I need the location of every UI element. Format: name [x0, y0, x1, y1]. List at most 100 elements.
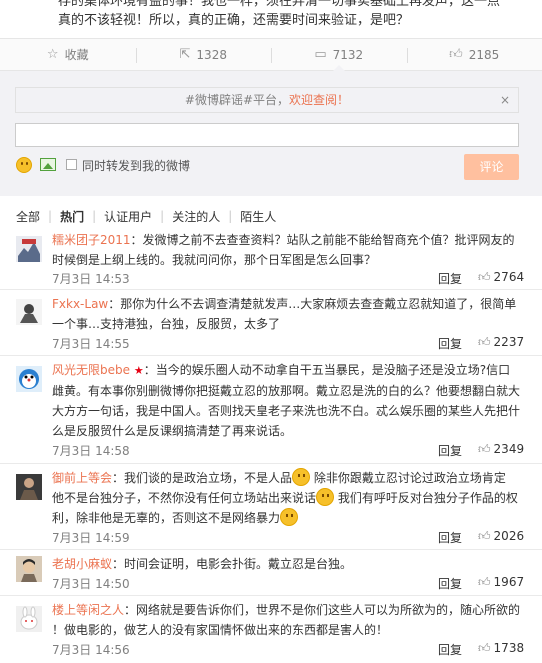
like-button[interactable]: 👍︎ 2185 [406, 39, 542, 70]
comment-filters: 全部 | 热门 | 认证用户 | 关注的人 | 陌生人 [0, 204, 542, 228]
comment-body: 利，除非他是无辜的，否则这不是网络暴力 [52, 511, 281, 525]
notice-link[interactable]: 欢迎查阅！ [289, 93, 349, 107]
comment-time: 7月3日 14:58 [52, 444, 130, 458]
post-text: 存的集体环境有益的事！我也一样，须在弄清一切事实基础上再发声，这一点 真的不该轻… [58, 0, 528, 38]
filter-following[interactable]: 关注的人 [172, 208, 220, 225]
comment-text: 御前上等会：我们谈的是政治立场，不是人品 除非你跟戴立忍讨论过政治立场肯定 他不… [52, 468, 528, 528]
comment-username[interactable]: Fxkx-Law [52, 297, 108, 311]
comment-username[interactable]: 糯米团子2011 [52, 233, 131, 247]
avatar[interactable] [16, 606, 42, 632]
smile-emoji-icon [280, 508, 299, 526]
comment-body: ：时间会证明，电影会扑街。戴立忍是台独。 [112, 557, 353, 571]
submit-comment-button[interactable]: 评论 [464, 154, 519, 180]
post-text-line: 存的集体环境有益的事！我也一样，须在弄清一切事实基础上再发声，这一点 [58, 0, 501, 9]
comment-icon: ▭ [314, 47, 327, 62]
comment-count: 7132 [332, 47, 364, 62]
comment-body: 大方方一句话，我是中国人。否则找天皇老子来洗也洗不白。忒么娱乐圈的某些人先把什 [52, 404, 521, 418]
comment-item: 老胡小麻蚁：时间会证明，电影会扑街。戴立忍是台独。 7月3日 14:50 回复 … [0, 550, 542, 596]
avatar[interactable] [16, 236, 42, 262]
comment-like-button[interactable]: 👍︎ 1738 [478, 641, 524, 656]
reply-button[interactable]: 回复 [438, 575, 462, 592]
reply-button[interactable]: 回复 [438, 641, 462, 658]
comment-body: 时候倒是上纲上线的。我就问问你，那个日军图是怎么回事？ [52, 253, 377, 267]
thumbs-up-icon: 👍︎ [478, 575, 491, 589]
comment-body: 雌黄。有本事你别删微博你把挺戴立忍的放那啊。戴立忍是洗的白的么？他要想翻白就大 [52, 384, 521, 398]
thumbs-up-icon: 👍︎ [478, 641, 491, 655]
filter-verified[interactable]: 认证用户 [104, 208, 152, 225]
filter-divider: | [160, 209, 165, 223]
smile-emoji-icon [292, 468, 311, 486]
comment-body: 么是反服贸什么是反课纲搞清楚了再来说话。 [52, 424, 293, 438]
filter-divider: | [48, 209, 53, 223]
avatar[interactable] [16, 299, 42, 325]
comment-like-button[interactable]: 👍︎ 2764 [478, 270, 524, 285]
favorite-label: 收藏 [64, 48, 89, 62]
comment-like-count: 2237 [493, 335, 525, 349]
filter-divider: | [92, 209, 97, 223]
filter-divider: | [228, 209, 233, 223]
comment-composer: #微博辟谣#平台，欢迎查阅！ × 同时转发到我的微博 评论 [0, 71, 542, 196]
comment-body: ：那你为什么不去调查清楚就发声…大家麻烦去查查戴立忍就知道了，很简单 [108, 297, 517, 311]
comment-body: ！做电影的，做艺人的没有家国情怀做出来的东西都是害人的！ [52, 623, 389, 637]
close-icon[interactable]: × [500, 88, 510, 112]
post-text-line: 真的不该轻视！所以，真的正确，还需要时间来验证，是吧？ [58, 13, 410, 28]
comment-item: 楼上等闲之人：网络就是要告诉你们，世界不是你们这些人可以为所欲为的，随心所欲的 … [0, 596, 542, 663]
comment-item: 糯米团子2011：发微博之前不去查查资料？站队之前能不能给智商充个值？批评网友的… [0, 228, 542, 290]
comment-time: 7月3日 14:59 [52, 531, 130, 545]
reply-button[interactable]: 回复 [438, 335, 462, 352]
comment-text: 老胡小麻蚁：时间会证明，电影会扑街。戴立忍是台独。 [52, 554, 528, 574]
comment-like-count: 2764 [493, 270, 525, 284]
comment-like-count: 1967 [493, 575, 525, 589]
thumbs-up-icon: 👍︎ [478, 335, 491, 349]
comment-item: 御前上等会：我们谈的是政治立场，不是人品 除非你跟戴立忍讨论过政治立场肯定 他不… [0, 464, 542, 550]
comment-item: 风光无限bebe ★：当今的娱乐圈人动不动拿自干五当暴民，是没脑子还是没立场?信… [0, 356, 542, 464]
comment-like-count: 2349 [493, 442, 525, 456]
filter-hot[interactable]: 热门 [60, 208, 84, 225]
comment-body: 除非你跟戴立忍讨论过政治立场肯定 [313, 471, 506, 485]
comment-like-button[interactable]: 👍︎ 2026 [478, 529, 524, 544]
comment-time: 7月3日 14:53 [52, 272, 130, 286]
comment-username[interactable]: 风光无限bebe [52, 363, 130, 377]
favorite-button[interactable]: ☆ 收藏 [0, 39, 136, 70]
comment-like-button[interactable]: 👍︎ 1967 [478, 575, 524, 590]
reply-button[interactable]: 回复 [438, 270, 462, 287]
comment-button[interactable]: ▭ 7132 [271, 39, 407, 71]
thumbs-up-icon: 👍︎ [449, 47, 463, 62]
thumbs-up-icon: 👍︎ [478, 270, 491, 284]
comment-username[interactable]: 御前上等会 [52, 471, 112, 485]
repost-button[interactable]: ⇱ 1328 [135, 39, 272, 70]
comment-username[interactable]: 老胡小麻蚁 [52, 557, 112, 571]
avatar[interactable] [16, 556, 42, 582]
star-icon: ☆ [46, 47, 59, 62]
member-badge-icon[interactable]: ★ [134, 364, 144, 377]
share-icon: ⇱ [179, 47, 191, 62]
avatar[interactable] [16, 474, 42, 500]
comment-body: 一个事…支持港独，台独，反服贸，太多了 [52, 317, 281, 331]
comment-body: ：我们谈的是政治立场，不是人品 [112, 471, 293, 485]
notice-text: #微博辟谣#平台， [184, 93, 290, 107]
comment-item: Fxkx-Law：那你为什么不去调查清楚就发声…大家麻烦去查查戴立忍就知道了，很… [0, 290, 542, 356]
comment-username[interactable]: 楼上等闲之人 [52, 603, 124, 617]
image-icon[interactable] [40, 158, 56, 171]
comment-body: 他不是台独分子，不然你没有任何立场站出来说话 [52, 491, 317, 505]
avatar[interactable] [16, 366, 42, 392]
comment-like-button[interactable]: 👍︎ 2349 [478, 442, 524, 457]
emoji-icon[interactable] [16, 157, 32, 173]
thumbs-up-icon: 👍︎ [478, 529, 491, 543]
filter-strangers[interactable]: 陌生人 [240, 208, 276, 225]
comment-like-count: 1738 [493, 641, 525, 655]
reply-button[interactable]: 回复 [438, 442, 462, 459]
comment-time: 7月3日 14:55 [52, 337, 130, 351]
comment-body: ：网络就是要告诉你们，世界不是你们这些人可以为所欲为的，随心所欲的 [124, 603, 521, 617]
comment-time: 7月3日 14:56 [52, 643, 130, 657]
thumbs-up-icon: 👍︎ [478, 442, 491, 456]
comment-like-button[interactable]: 👍︎ 2237 [478, 335, 524, 350]
reply-button[interactable]: 回复 [438, 529, 462, 546]
repost-checkbox[interactable] [66, 159, 77, 170]
repost-checkbox-label: 同时转发到我的微博 [82, 159, 191, 173]
comment-input[interactable] [15, 123, 519, 147]
comment-body: 我们有呼吁反对台独分子作品的权 [337, 491, 518, 505]
smile-emoji-icon [316, 488, 335, 506]
post-action-bar: ☆ 收藏 ⇱ 1328 ▭ 7132 👍︎ 2185 [0, 38, 542, 71]
filter-all[interactable]: 全部 [16, 208, 40, 225]
